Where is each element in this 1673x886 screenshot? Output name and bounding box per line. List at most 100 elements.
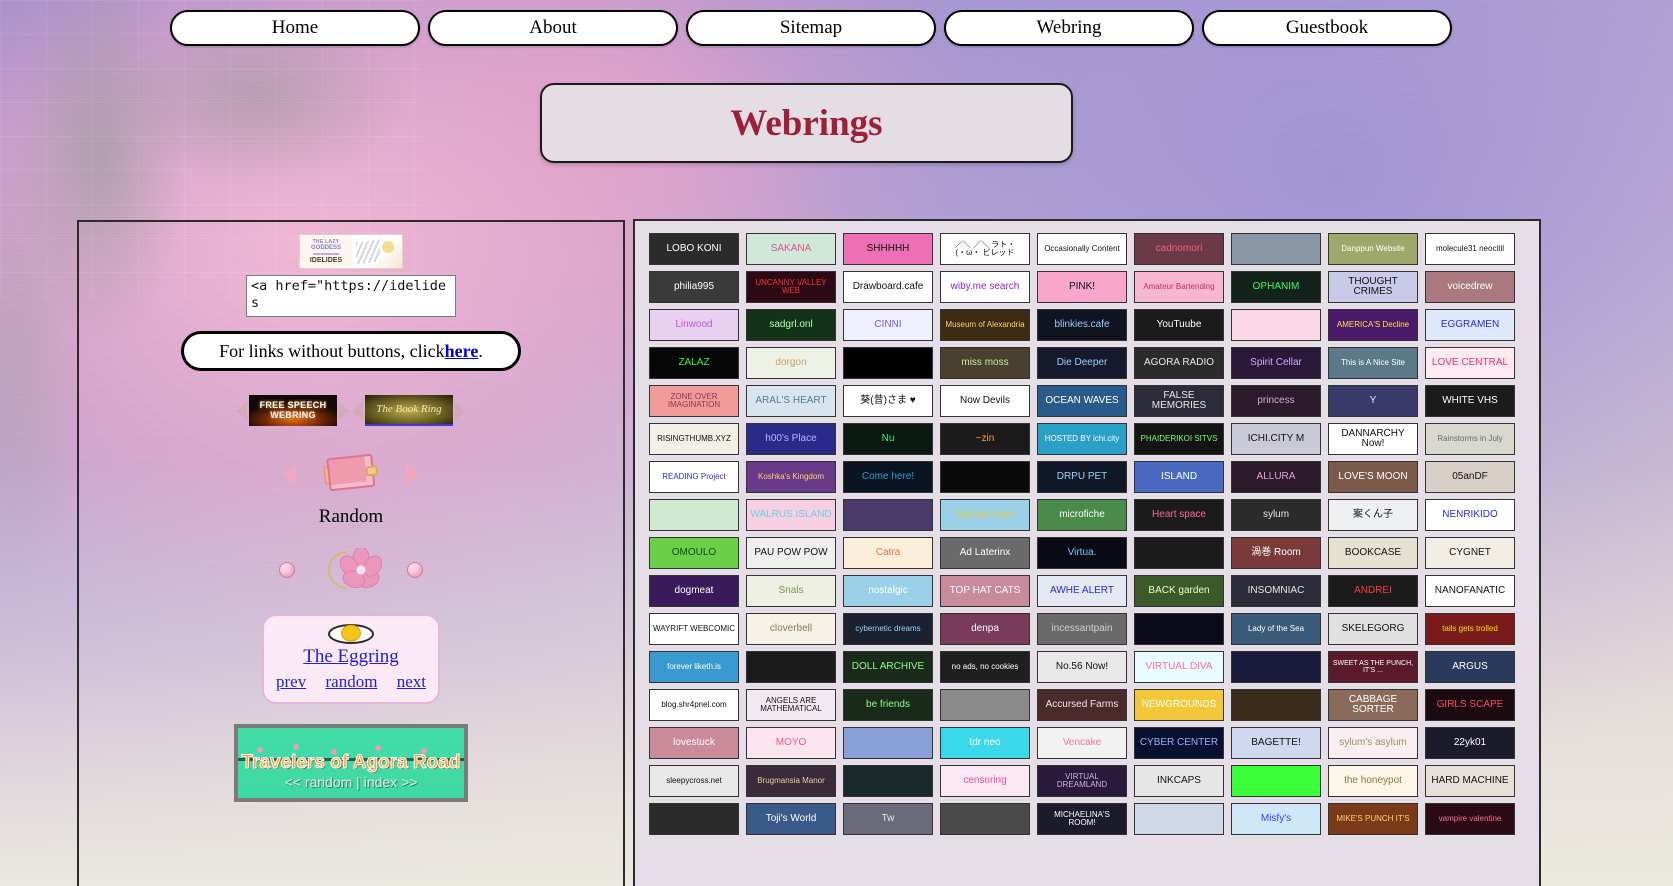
webring-button[interactable]: 05anDF bbox=[1425, 461, 1515, 493]
webring-button[interactable]: no ads, no cookies bbox=[940, 651, 1030, 683]
webring-button[interactable]: ICHI.CITY M bbox=[1231, 423, 1321, 455]
random-label[interactable]: Random bbox=[319, 506, 383, 528]
webring-button[interactable]: lovestuck bbox=[649, 727, 739, 759]
webring-button[interactable]: Virtua. bbox=[1037, 537, 1127, 569]
webring-button[interactable]: Heart space bbox=[1134, 499, 1224, 531]
webring-button[interactable]: PHAIDERIKOI SITVS bbox=[1134, 423, 1224, 455]
webring-button[interactable]: BAGETTE! bbox=[1231, 727, 1321, 759]
webring-button[interactable]: ANDREI bbox=[1328, 575, 1418, 607]
webring-button[interactable]: DANNARCHY Now! bbox=[1328, 423, 1418, 455]
book-prev-arrow-icon[interactable] bbox=[283, 462, 296, 486]
webring-button[interactable]: Linwood bbox=[649, 309, 739, 341]
webring-button[interactable]: This is A Nice Site bbox=[1328, 347, 1418, 379]
moon-sakura-icon[interactable] bbox=[309, 546, 393, 592]
webring-button[interactable]: the honeypot bbox=[1328, 765, 1418, 797]
webring-button[interactable]: cloverbell bbox=[746, 613, 836, 645]
webring-button[interactable]: cybernetic dreams bbox=[843, 613, 933, 645]
webring-button[interactable]: Y bbox=[1328, 385, 1418, 417]
nav-item-about[interactable]: About bbox=[428, 10, 678, 46]
right-bead-icon[interactable] bbox=[407, 562, 423, 578]
book-ring-banner[interactable]: The Book Ring bbox=[365, 395, 453, 426]
webring-button[interactable]: h00's Place bbox=[746, 423, 836, 455]
webring-button[interactable]: EGGRAMEN bbox=[1425, 309, 1515, 341]
webring-button[interactable]: Come here! bbox=[843, 461, 933, 493]
webring-button[interactable]: PINK! bbox=[1037, 271, 1127, 303]
webring-button[interactable]: ALLURA bbox=[1231, 461, 1321, 493]
webring-button[interactable]: YouTuube bbox=[1134, 309, 1224, 341]
webring-button[interactable]: ／＼ ／＼ ラト・ (・ω・ ビレッド bbox=[940, 233, 1030, 265]
webring-button[interactable]: CYGNET bbox=[1425, 537, 1515, 569]
webring-button[interactable]: tdr neo bbox=[940, 727, 1030, 759]
webring-button[interactable]: Ad Laterinx bbox=[940, 537, 1030, 569]
nav-item-sitemap[interactable]: Sitemap bbox=[686, 10, 936, 46]
left-bead-icon[interactable] bbox=[279, 562, 295, 578]
webring-button[interactable] bbox=[1134, 803, 1224, 835]
webring-button[interactable]: NEWGROUNDS bbox=[1134, 689, 1224, 721]
webring-button[interactable]: HOSTED BY ichi.city bbox=[1037, 423, 1127, 455]
webring-button[interactable]: blinkies.cafe bbox=[1037, 309, 1127, 341]
pink-book-icon[interactable] bbox=[320, 449, 382, 499]
webring-button[interactable] bbox=[940, 461, 1030, 493]
webring-button[interactable]: WAYRIFT WEBCOMIC bbox=[649, 613, 739, 645]
webring-button[interactable]: INKCAPS bbox=[1134, 765, 1224, 797]
webring-button[interactable]: SWEET AS THE PUNCH, IT'S ... bbox=[1328, 651, 1418, 683]
webring-button[interactable]: DRPU PET bbox=[1037, 461, 1127, 493]
webring-button[interactable]: censoring bbox=[940, 765, 1030, 797]
webring-button[interactable] bbox=[1231, 689, 1321, 721]
webring-button[interactable]: be friends bbox=[843, 689, 933, 721]
webring-button[interactable]: LOVE CENTRAL bbox=[1425, 347, 1515, 379]
webring-button[interactable]: BACK garden bbox=[1134, 575, 1224, 607]
webring-button[interactable]: Brugmansia Manor bbox=[746, 765, 836, 797]
webring-button[interactable]: 渦巻 Room bbox=[1231, 537, 1321, 569]
webring-button[interactable] bbox=[843, 727, 933, 759]
webring-button[interactable]: cadnomori bbox=[1134, 233, 1224, 265]
webring-button[interactable] bbox=[1231, 765, 1321, 797]
webring-button[interactable]: TOP HAT CATS bbox=[940, 575, 1030, 607]
embed-code-textarea[interactable] bbox=[246, 275, 456, 317]
webring-button[interactable]: HARD MACHINE bbox=[1425, 765, 1515, 797]
webring-button[interactable]: VIRTUAL DREAMLAND bbox=[1037, 765, 1127, 797]
webring-button[interactable]: 葵(昔)さま ♥ bbox=[843, 385, 933, 417]
webring-button[interactable]: READING Project bbox=[649, 461, 739, 493]
webring-button[interactable]: philia995 bbox=[649, 271, 739, 303]
webring-button[interactable] bbox=[649, 803, 739, 835]
webring-button[interactable]: MICHAELINA'S ROOM! bbox=[1037, 803, 1127, 835]
webring-button[interactable]: CABBAGE SORTER bbox=[1328, 689, 1418, 721]
nav-item-webring[interactable]: Webring bbox=[944, 10, 1194, 46]
webring-button[interactable] bbox=[940, 803, 1030, 835]
idelides-banner[interactable]: THE LAZY GODDESS IDELIDES bbox=[299, 234, 403, 269]
book-ring-next-arrow-icon[interactable] bbox=[455, 401, 466, 420]
webring-button[interactable]: MIKE'S PUNCH IT'S bbox=[1328, 803, 1418, 835]
webring-button[interactable]: BOOKCASE bbox=[1328, 537, 1418, 569]
webring-button[interactable]: CYBER CENTER bbox=[1134, 727, 1224, 759]
webring-button[interactable]: sylum bbox=[1231, 499, 1321, 531]
webring-button[interactable]: halcyon days bbox=[940, 499, 1030, 531]
webring-button[interactable]: Tw bbox=[843, 803, 933, 835]
webring-button[interactable]: THOUGHT CRIMES bbox=[1328, 271, 1418, 303]
eggring-next-link[interactable]: next bbox=[397, 672, 426, 692]
webring-button[interactable]: ARGUS bbox=[1425, 651, 1515, 683]
webring-button[interactable]: WHITE VHS bbox=[1425, 385, 1515, 417]
webring-button[interactable] bbox=[1231, 233, 1321, 265]
webring-button[interactable]: No.56 Now! bbox=[1037, 651, 1127, 683]
webring-button[interactable]: Vencake bbox=[1037, 727, 1127, 759]
free-speech-prev-arrow-icon[interactable] bbox=[236, 401, 247, 420]
webring-button[interactable]: sleepycross.net bbox=[649, 765, 739, 797]
webring-button[interactable]: denpa bbox=[940, 613, 1030, 645]
webring-button[interactable] bbox=[649, 499, 739, 531]
webring-button[interactable] bbox=[1134, 613, 1224, 645]
webring-button[interactable]: blog.shr4pnel.com bbox=[649, 689, 739, 721]
webring-button[interactable]: molecule31 neocitil bbox=[1425, 233, 1515, 265]
webring-button[interactable]: WALRUS ISLAND bbox=[746, 499, 836, 531]
webring-button[interactable]: ANGELS ARE MATHEMATICAL bbox=[746, 689, 836, 721]
webring-button[interactable]: dorgon bbox=[746, 347, 836, 379]
webring-button[interactable]: Lady of the Sea bbox=[1231, 613, 1321, 645]
book-next-arrow-icon[interactable] bbox=[406, 462, 419, 486]
webring-button[interactable]: LOBO KONI bbox=[649, 233, 739, 265]
webring-button[interactable]: voicedrew bbox=[1425, 271, 1515, 303]
free-speech-next-arrow-icon[interactable] bbox=[339, 401, 350, 420]
webring-button[interactable]: AGORA RADIO bbox=[1134, 347, 1224, 379]
webring-button[interactable] bbox=[1134, 537, 1224, 569]
here-link[interactable]: here bbox=[445, 341, 479, 362]
webring-button[interactable]: GIRLS SCAPE bbox=[1425, 689, 1515, 721]
